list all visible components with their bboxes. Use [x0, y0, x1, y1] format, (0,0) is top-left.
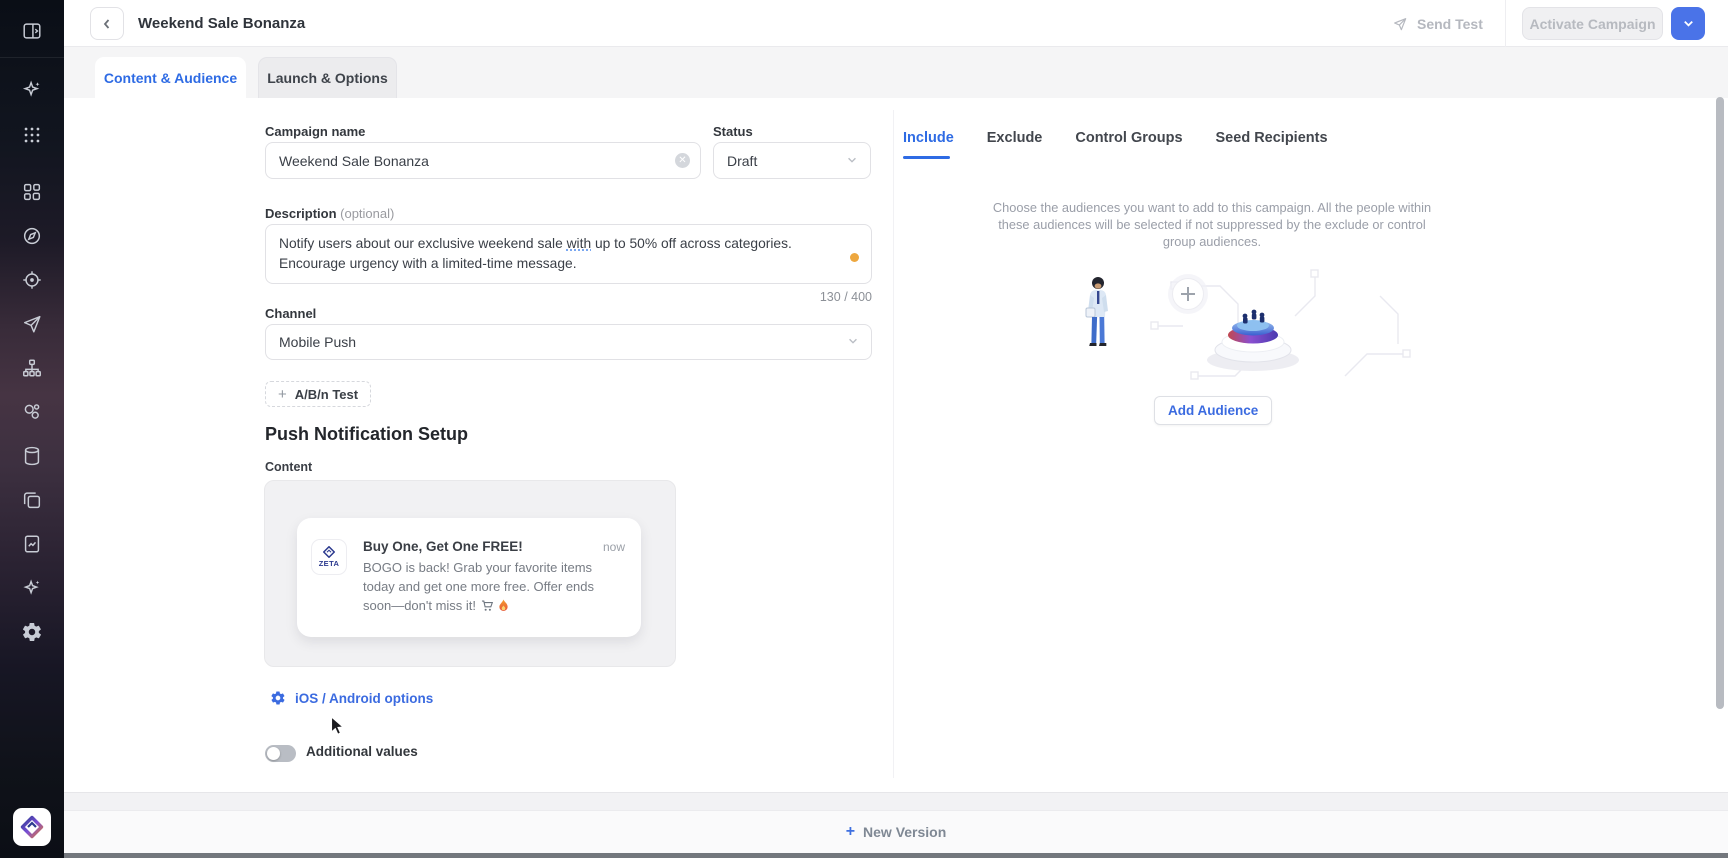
- abn-test-button[interactable]: + A/B/n Test: [265, 381, 371, 407]
- description-optional-label: (optional): [340, 206, 394, 221]
- additional-values-label: Additional values: [306, 744, 418, 759]
- settings-gear-icon[interactable]: [21, 621, 43, 643]
- tab-include[interactable]: Include: [903, 130, 954, 146]
- status-value: Draft: [727, 153, 757, 169]
- description-textarea[interactable]: Notify users about our exclusive weekend…: [265, 224, 872, 284]
- chevron-down-icon: [847, 334, 859, 350]
- sidebar-divider: [0, 57, 64, 58]
- footer-gap: [64, 792, 1728, 810]
- main-content-card: [64, 98, 1728, 792]
- grammar-checker-dot-icon[interactable]: [850, 253, 859, 262]
- chevron-down-icon: [846, 153, 858, 169]
- ai-sparkles-2-icon[interactable]: [21, 577, 43, 599]
- copy-icon[interactable]: [21, 489, 43, 511]
- report-icon[interactable]: [21, 533, 43, 555]
- scrollbar-thumb[interactable]: [1716, 97, 1724, 709]
- channel-value: Mobile Push: [279, 334, 356, 350]
- status-label: Status: [713, 124, 753, 139]
- description-label: Description (optional): [265, 206, 394, 221]
- notification-time: now: [603, 540, 625, 554]
- plus-icon: +: [846, 823, 855, 841]
- notification-title: Buy One, Get One FREE!: [363, 539, 523, 554]
- toggle-knob: [267, 747, 280, 760]
- top-header: Weekend Sale Bonanza Send Test Activate …: [64, 0, 1728, 47]
- ai-sparkles-icon[interactable]: [21, 79, 43, 101]
- send-test-icon: [1392, 16, 1408, 32]
- campaign-name-label: Campaign name: [265, 124, 365, 139]
- abn-test-label: A/B/n Test: [295, 387, 358, 402]
- sidebar: [0, 0, 64, 858]
- char-count: 130 / 400: [672, 290, 872, 304]
- gear-icon: [270, 690, 286, 706]
- new-version-label: New Version: [863, 824, 946, 840]
- campaign-name-field-wrap: ✕: [265, 142, 701, 179]
- zeta-app-name: ZETA: [319, 559, 340, 568]
- fire-emoji-icon: [498, 598, 509, 617]
- segments-icon[interactable]: [21, 401, 43, 423]
- new-version-button[interactable]: + New Version: [64, 810, 1728, 853]
- content-label: Content: [265, 460, 312, 474]
- apps-grid-icon[interactable]: [21, 124, 43, 146]
- zeta-logo: [13, 808, 51, 846]
- notification-body: BOGO is back! Grab your favorite items t…: [363, 558, 601, 617]
- tab-exclude[interactable]: Exclude: [987, 130, 1043, 146]
- compass-icon[interactable]: [21, 225, 43, 247]
- ios-android-options-link[interactable]: iOS / Android options: [270, 690, 433, 706]
- panel-divider: [893, 110, 894, 778]
- send-test-button[interactable]: Send Test: [1392, 0, 1483, 47]
- active-tab-underline: [903, 156, 950, 159]
- tab-seed-recipients[interactable]: Seed Recipients: [1216, 130, 1328, 146]
- database-icon[interactable]: [21, 445, 43, 467]
- cart-emoji-icon: [481, 598, 494, 617]
- tab-control-groups[interactable]: Control Groups: [1075, 130, 1182, 146]
- channel-label: Channel: [265, 306, 316, 321]
- audience-illustration: [985, 256, 1435, 398]
- activate-dropdown-button[interactable]: [1671, 7, 1705, 40]
- audience-tabs: Include Exclude Control Groups Seed Reci…: [903, 130, 1328, 146]
- zeta-app-icon: ZETA: [311, 539, 347, 575]
- hierarchy-icon[interactable]: [21, 357, 43, 379]
- ios-android-options-label: iOS / Android options: [295, 691, 433, 706]
- channel-select[interactable]: Mobile Push: [265, 324, 872, 360]
- plus-bubble: [1168, 274, 1208, 314]
- header-divider: [1505, 0, 1506, 47]
- dashboard-blocks-icon[interactable]: [21, 181, 43, 203]
- sidebar-toggle-icon[interactable]: [21, 20, 43, 42]
- back-button[interactable]: [90, 7, 124, 40]
- activate-campaign-button[interactable]: Activate Campaign: [1522, 7, 1663, 40]
- send-test-label: Send Test: [1417, 16, 1483, 32]
- page-title: Weekend Sale Bonanza: [138, 0, 305, 47]
- clear-input-icon[interactable]: ✕: [675, 153, 690, 168]
- send-icon[interactable]: [21, 313, 43, 335]
- audience-description: Choose the audiences you want to add to …: [983, 199, 1441, 250]
- target-icon[interactable]: [21, 269, 43, 291]
- status-select[interactable]: Draft: [713, 142, 871, 179]
- additional-values-toggle[interactable]: [265, 745, 296, 762]
- campaign-name-input[interactable]: [265, 142, 701, 179]
- spellcheck-underlined-word: with: [567, 236, 592, 251]
- push-notification-card[interactable]: ZETA Buy One, Get One FREE! now BOGO is …: [297, 518, 641, 637]
- tab-content-audience[interactable]: Content & Audience: [95, 57, 246, 98]
- tab-launch-options[interactable]: Launch & Options: [258, 57, 397, 98]
- bottom-edge-strip: [64, 853, 1728, 858]
- app-window: Weekend Sale Bonanza Send Test Activate …: [0, 0, 1728, 858]
- add-audience-button[interactable]: Add Audience: [1154, 396, 1272, 425]
- plus-icon: +: [278, 386, 287, 403]
- push-setup-heading: Push Notification Setup: [265, 424, 468, 445]
